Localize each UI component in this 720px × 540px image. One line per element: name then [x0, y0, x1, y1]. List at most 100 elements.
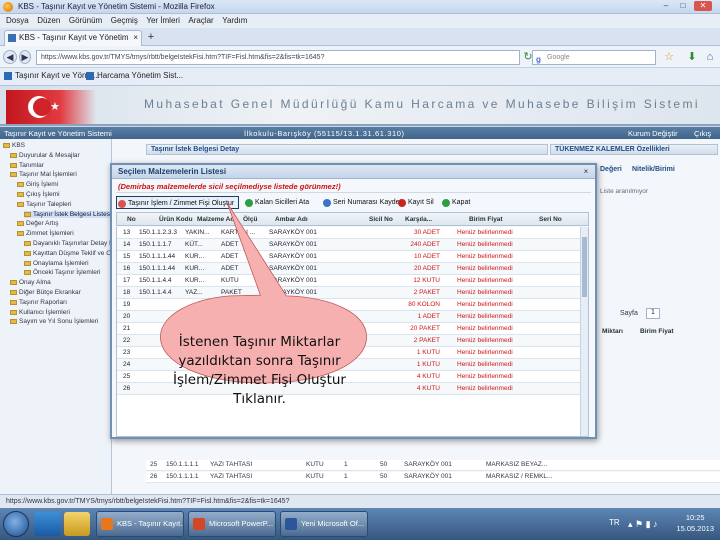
tree-item[interactable]: Önceki Taşınır İşlemleri: [24, 269, 100, 276]
change-org-link[interactable]: Kurum Değiştir: [628, 129, 678, 138]
folder-icon: [10, 162, 17, 168]
cell-qty[interactable]: 4 KUTU: [417, 371, 440, 382]
detail-panel-header: Taşınır İstek Belgesi Detay: [146, 144, 548, 155]
taskbar-powerpoint[interactable]: Microsoft PowerP...: [188, 511, 276, 537]
tab-close-icon[interactable]: ×: [133, 31, 138, 45]
folder-icon: [24, 270, 31, 276]
table-row[interactable]: 26 150.1.1.1.1 YAZI TAHTASI KUTU 1 50 SA…: [146, 472, 720, 483]
clock[interactable]: 10:25 15.05.2013: [676, 512, 714, 534]
tree-item-label: Onay Alma: [19, 279, 51, 287]
back-arrow-icon[interactable]: ◀: [3, 50, 17, 64]
callout-line: İstenen Taşınır Miktarlar: [178, 334, 341, 350]
table-row[interactable]: 25 150.1.1.1.1 YAZI TAHTASI KUTU 1 50 SA…: [146, 460, 720, 471]
menu-tools[interactable]: Araçlar: [188, 16, 213, 25]
button-label: Kapat: [452, 199, 471, 206]
taskbar-office[interactable]: Yeni Microsoft Of...: [280, 511, 368, 537]
right-tab-attr[interactable]: Nitelik/Birimi: [632, 166, 675, 173]
cell-qty[interactable]: 1 KUTU: [417, 359, 440, 370]
window-titlebar: KBS - Taşınır Kayıt ve Yönetim Sistemi -…: [0, 0, 720, 14]
windows-taskbar: KBS - Taşınır Kayıt... Microsoft PowerP.…: [0, 508, 720, 540]
close-dialog-button[interactable]: Kapat: [441, 196, 470, 209]
cell-unit-price: Henüz belirlenmedi: [457, 229, 513, 236]
col-series[interactable]: Seri No: [539, 216, 562, 223]
tree-item[interactable]: Tanımlar: [10, 162, 44, 169]
explorer-folder-icon[interactable]: [64, 512, 90, 536]
pager-input[interactable]: 1: [646, 308, 660, 319]
folder-icon: [24, 211, 31, 217]
cell-code: 150.1.1.1.1: [166, 461, 199, 468]
taskbar-firefox[interactable]: KBS - Taşınır Kayıt...: [96, 511, 184, 537]
cell-no: 26: [150, 473, 158, 480]
folder-icon: [17, 182, 24, 188]
download-icon[interactable]: ⬇: [685, 50, 699, 64]
grid-scrollbar[interactable]: [580, 227, 588, 436]
cell-unit-price: Henüz belirlenmedi: [457, 277, 513, 284]
folder-icon: [10, 152, 17, 158]
browser-statusbar: https://www.kbs.gov.tr/TMYS/tmys/rbtt/be…: [0, 494, 720, 508]
start-button-icon[interactable]: [3, 511, 29, 537]
turkish-flag-icon: ★: [6, 90, 96, 124]
maximize-icon[interactable]: □: [677, 1, 689, 11]
url-bar[interactable]: https://www.kbs.gov.tr/TMYS/tmys/rbtt/be…: [36, 50, 520, 65]
tree-item[interactable]: Zimmet İşlemleri: [17, 230, 74, 237]
browser-navbar: ◀ ▶ https://www.kbs.gov.tr/TMYS/tmys/rbt…: [0, 46, 720, 68]
bookmark-harcama[interactable]: Harcama Yönetim Sist...: [86, 71, 183, 80]
scroll-thumb[interactable]: [582, 237, 587, 297]
logout-link[interactable]: Çıkış: [694, 129, 711, 138]
search-placeholder: Google: [547, 54, 570, 61]
cell-unit-price: Henüz belirlenmedi: [457, 349, 513, 356]
right-tab-value[interactable]: Değeri: [600, 166, 622, 173]
cell-qty[interactable]: 1 KUTU: [417, 347, 440, 358]
tree-item[interactable]: Sayım ve Yıl Sonu İşlemleri: [10, 318, 98, 325]
tree-item-label: KBS: [12, 142, 26, 149]
close-window-icon[interactable]: ✕: [694, 1, 712, 11]
folder-icon: [10, 309, 17, 315]
tree-item[interactable]: KBS: [3, 142, 25, 149]
folder-icon: [10, 319, 17, 325]
language-indicator[interactable]: TR: [609, 518, 620, 527]
tree-item[interactable]: Onay Alma: [10, 279, 51, 286]
cell-qty[interactable]: 4 KUTU: [417, 383, 440, 394]
menu-file[interactable]: Dosya: [6, 16, 29, 25]
banner-title: Muhasebat Genel Müdürlüğü Kamu Harcama v…: [144, 97, 700, 111]
forward-arrow-icon[interactable]: ▶: [19, 50, 31, 64]
cell-store: SARAYKÖY 001: [404, 473, 452, 480]
folder-icon: [10, 290, 17, 295]
cell-qty[interactable]: 1 ADET: [418, 311, 440, 322]
menu-bookmarks[interactable]: Yer İmleri: [146, 16, 180, 25]
tree-item[interactable]: Çıkış İşlemi: [17, 191, 60, 198]
folder-icon: [17, 192, 24, 197]
pager-label: Sayfa: [620, 310, 638, 317]
tree-item[interactable]: Duyurular & Mesajlar: [10, 152, 80, 159]
col-unit-price[interactable]: Birim Fiyat: [469, 216, 503, 223]
tree-item[interactable]: Taşınır Raporları: [10, 299, 67, 306]
menu-help[interactable]: Yardım: [222, 16, 247, 25]
tree-item[interactable]: Diğer Bütçe Ekrankar: [10, 289, 81, 296]
tree-item[interactable]: Taşınır İstek Belgesi Listesi: [24, 210, 112, 218]
close-dialog-icon: [442, 199, 450, 207]
menu-history[interactable]: Geçmiş: [111, 16, 138, 25]
search-input[interactable]: g Google: [532, 50, 656, 65]
tree-item[interactable]: Kullanıcı İşlemleri: [10, 309, 70, 316]
powerpoint-icon: [193, 518, 205, 530]
tree-item[interactable]: Taşınır Mal İşlemleri: [10, 171, 77, 178]
minimize-icon[interactable]: –: [660, 1, 672, 11]
ie-icon[interactable]: [34, 512, 60, 536]
tree-item[interactable]: Değer Artış: [17, 220, 59, 227]
dialog-warning: (Demirbaş malzemelerde sicil seçilmediys…: [116, 181, 591, 193]
menu-view[interactable]: Görünüm: [69, 16, 102, 25]
app-banner: ★ Muhasebat Genel Müdürlüğü Kamu Harcama…: [0, 86, 720, 126]
new-tab-button[interactable]: +: [144, 30, 158, 45]
dialog-close-icon[interactable]: ×: [581, 167, 591, 177]
tree-item[interactable]: Taşınır Talepleri: [17, 201, 71, 208]
tree-item-label: Onaylama İşlemleri: [33, 259, 89, 267]
browser-tab[interactable]: KBS - Taşınır Kayıt ve Yönetim Sistemi ×: [4, 30, 142, 56]
tree-item[interactable]: Giriş İşlemi: [17, 181, 58, 188]
browser-menubar: Dosya Düzen Görünüm Geçmiş Yer İmleri Ar…: [0, 14, 720, 28]
bookmark-star-icon[interactable]: ☆: [662, 50, 676, 64]
menu-edit[interactable]: Düzen: [37, 16, 60, 25]
tree-item[interactable]: Onaylama İşlemleri: [24, 260, 89, 267]
cell-unit-price: Henüz belirlenmedi: [457, 361, 513, 368]
home-icon[interactable]: ⌂: [703, 50, 717, 64]
tray-icons[interactable]: ▴ ⚑ ▮ ♪: [628, 519, 658, 530]
